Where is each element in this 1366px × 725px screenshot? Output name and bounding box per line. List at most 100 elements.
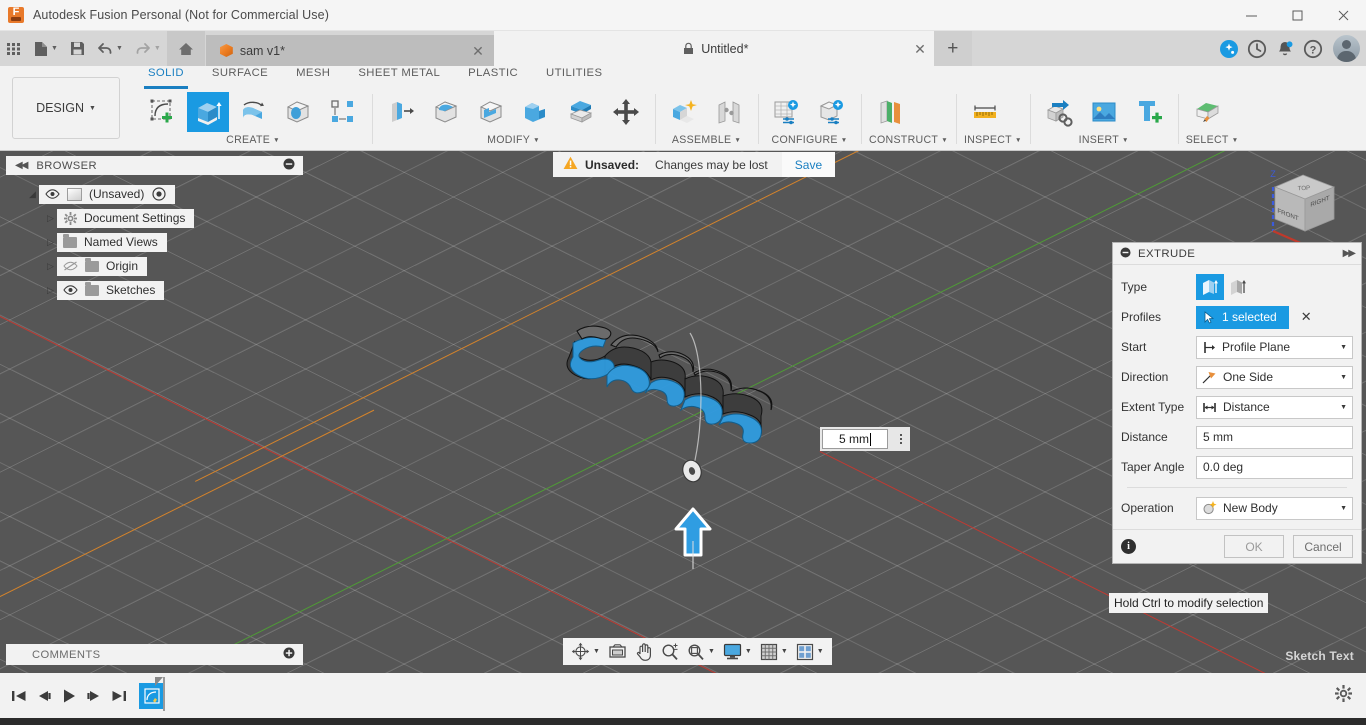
tab-close-icon[interactable]: ✕	[902, 42, 926, 56]
expand-triangle-icon[interactable]: ▷	[44, 237, 57, 248]
notifications-icon[interactable]	[1272, 36, 1298, 62]
create-sketch-icon[interactable]	[142, 92, 184, 132]
extruded-text-model[interactable]	[555, 301, 855, 569]
profiles-selection-chip[interactable]: 1 selected	[1196, 305, 1289, 329]
tree-item-unsaved[interactable]: ◢ (Unsaved)	[6, 182, 303, 206]
press-pull-icon[interactable]	[380, 92, 422, 132]
tree-item-origin[interactable]: ▷ Origin	[6, 254, 303, 278]
tree-item-document-settings[interactable]: ▷ Document Settings	[6, 206, 303, 230]
panel-title-construct[interactable]: CONSTRUCT ▼	[869, 134, 948, 146]
collapse-icon[interactable]: ◀◀	[15, 160, 28, 171]
ok-button[interactable]: OK	[1224, 535, 1284, 558]
tree-item-sketches[interactable]: ▷ Sketches	[6, 278, 303, 302]
insert-mcmaster-icon[interactable]	[1128, 92, 1170, 132]
help-icon[interactable]: ?	[1300, 36, 1326, 62]
extrude-profile-icon[interactable]	[1196, 274, 1224, 300]
direction-combo[interactable]: One Side ▼	[1196, 365, 1353, 389]
move-copy-icon[interactable]	[605, 92, 647, 132]
timeline-marker[interactable]	[155, 676, 165, 711]
viewports-icon[interactable]: ▼	[792, 638, 828, 665]
visibility-eye-icon[interactable]	[45, 189, 60, 199]
fit-icon[interactable]: ▼	[683, 638, 719, 665]
comments-panel[interactable]: COMMENTS	[6, 644, 303, 665]
zoom-icon[interactable]	[657, 638, 683, 665]
fillet-icon[interactable]	[425, 92, 467, 132]
grid-snap-icon[interactable]: ▼	[756, 638, 792, 665]
panel-title-create[interactable]: CREATE ▼	[142, 134, 364, 146]
clear-selection-icon[interactable]: ✕	[1301, 309, 1312, 325]
info-icon[interactable]: i	[1121, 539, 1136, 554]
visibility-eye-icon[interactable]	[63, 285, 78, 295]
canvas-image-icon[interactable]	[1083, 92, 1125, 132]
save-button[interactable]	[64, 31, 91, 66]
new-design-button[interactable]: ▼	[28, 31, 64, 66]
expand-triangle-icon[interactable]: ▷	[44, 285, 57, 296]
panel-title-inspect[interactable]: INSPECT ▼	[964, 134, 1022, 146]
ai-assistant-icon[interactable]	[1216, 36, 1242, 62]
extent-type-combo[interactable]: Distance ▼	[1196, 395, 1353, 419]
expand-icon[interactable]: ▶▶	[1343, 248, 1356, 259]
orbit-icon[interactable]: ▼	[567, 638, 604, 665]
step-forward-icon[interactable]	[81, 673, 106, 718]
play-icon[interactable]	[56, 673, 81, 718]
activate-component-icon[interactable]	[151, 187, 166, 202]
go-to-end-icon[interactable]	[106, 673, 131, 718]
gear-icon[interactable]	[1335, 684, 1352, 707]
visibility-eye-off-icon[interactable]	[63, 261, 78, 271]
panel-title-configure[interactable]: CONFIGURE ▼	[766, 134, 853, 146]
display-settings-icon[interactable]	[604, 638, 631, 665]
ribbon-tab-surface[interactable]: SURFACE	[198, 66, 282, 86]
panel-title-assemble[interactable]: ASSEMBLE ▼	[663, 134, 750, 146]
add-comment-icon[interactable]	[283, 647, 295, 662]
expand-triangle-icon[interactable]: ◢	[26, 189, 39, 200]
home-button[interactable]	[166, 31, 205, 66]
offset-plane-icon[interactable]	[869, 92, 911, 132]
insert-derive-icon[interactable]	[1038, 92, 1080, 132]
document-tab-untitled[interactable]: Untitled* ✕	[493, 31, 934, 66]
configure-feature-icon[interactable]	[811, 92, 853, 132]
extrude-edge-icon[interactable]	[1224, 274, 1252, 300]
start-combo[interactable]: Profile Plane ▼	[1196, 335, 1353, 359]
step-back-icon[interactable]	[31, 673, 56, 718]
new-component-icon[interactable]	[663, 92, 705, 132]
ribbon-tab-utilities[interactable]: UTILITIES	[532, 66, 616, 86]
go-to-beginning-icon[interactable]	[6, 673, 31, 718]
pattern-icon[interactable]	[322, 92, 364, 132]
ribbon-tab-sheet-metal[interactable]: SHEET METAL	[344, 66, 454, 86]
distance-field[interactable]: 5 mm	[1196, 425, 1353, 449]
redo-button[interactable]: ▼	[129, 31, 167, 66]
user-avatar[interactable]	[1333, 35, 1360, 62]
ribbon-tab-plastic[interactable]: PLASTIC	[454, 66, 532, 86]
input-options-icon[interactable]	[894, 434, 908, 444]
expand-triangle-icon[interactable]: ▷	[44, 261, 57, 272]
timeline-feature-sketch[interactable]	[139, 676, 165, 711]
banner-save-button[interactable]: Save	[781, 152, 836, 177]
panel-title-modify[interactable]: MODIFY ▼	[380, 134, 647, 146]
pan-icon[interactable]	[631, 638, 657, 665]
sweep-icon[interactable]	[277, 92, 319, 132]
taper-angle-field[interactable]: 0.0 deg	[1196, 455, 1353, 479]
revolve-icon[interactable]	[232, 92, 274, 132]
distance-value-input[interactable]: 5 mm	[822, 429, 888, 449]
expand-triangle-icon[interactable]: ▷	[44, 213, 57, 224]
show-data-panel-button[interactable]	[0, 31, 28, 66]
select-paint-icon[interactable]	[1186, 92, 1228, 132]
split-face-icon[interactable]	[560, 92, 602, 132]
display-mode-icon[interactable]: ▼	[719, 638, 756, 665]
maximize-button[interactable]	[1274, 0, 1320, 31]
recent-activity-icon[interactable]	[1244, 36, 1270, 62]
measure-icon[interactable]	[964, 92, 1006, 132]
panel-title-select[interactable]: SELECT ▼	[1186, 134, 1239, 146]
document-tab-sam[interactable]: sam v1* ✕	[205, 35, 494, 66]
extrude-icon[interactable]	[187, 92, 229, 132]
ribbon-tab-mesh[interactable]: MESH	[282, 66, 344, 86]
extrude-distance-input-overlay[interactable]: 5 mm	[820, 427, 910, 451]
joint-icon[interactable]	[708, 92, 750, 132]
tab-close-icon[interactable]: ✕	[460, 44, 484, 58]
shell-icon[interactable]	[470, 92, 512, 132]
minus-circle-icon[interactable]	[1120, 247, 1131, 261]
tree-item-named-views[interactable]: ▷ Named Views	[6, 230, 303, 254]
operation-combo[interactable]: New Body ▼	[1196, 496, 1353, 520]
add-tab-button[interactable]: +	[933, 31, 972, 66]
minimize-circle-icon[interactable]	[283, 158, 295, 173]
